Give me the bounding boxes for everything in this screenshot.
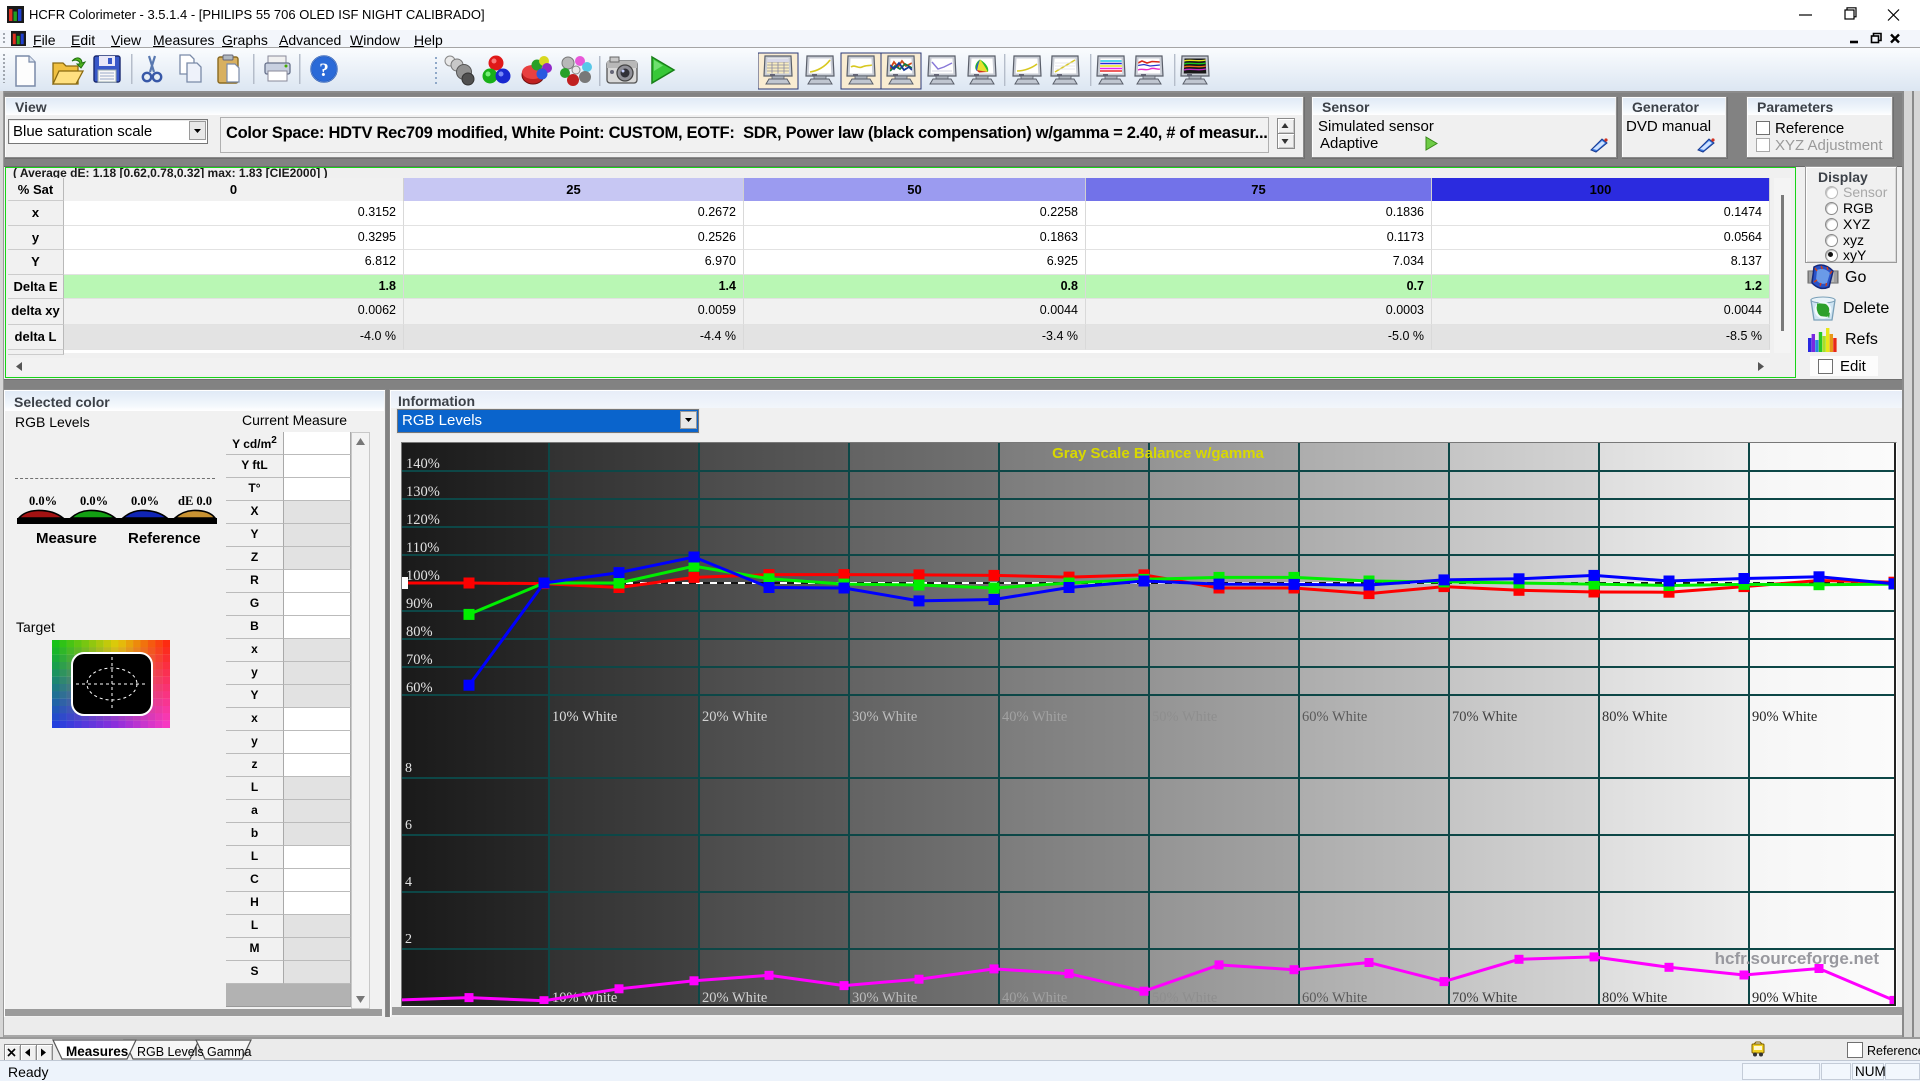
svg-text:140%: 140% xyxy=(406,456,440,472)
svg-text:70% White: 70% White xyxy=(1452,990,1517,1004)
svg-text:80%: 80% xyxy=(406,624,433,640)
svg-text:40% White: 40% White xyxy=(1002,990,1067,1004)
svg-text:50% White: 50% White xyxy=(1152,990,1217,1004)
svg-text:70%: 70% xyxy=(406,652,433,668)
svg-text:10% White: 10% White xyxy=(552,709,617,725)
svg-text:80% White: 80% White xyxy=(1602,709,1667,725)
svg-text:Gray Scale Balance w/gamma: Gray Scale Balance w/gamma xyxy=(1052,445,1264,462)
svg-text:80% White: 80% White xyxy=(1602,990,1667,1004)
svg-text:60%: 60% xyxy=(406,680,433,696)
svg-text:?: ? xyxy=(319,60,329,81)
svg-text:20% White: 20% White xyxy=(702,990,767,1004)
svg-text:90%: 90% xyxy=(406,596,433,612)
svg-text:110%: 110% xyxy=(406,540,439,556)
svg-text:2: 2 xyxy=(405,932,412,947)
svg-text:4: 4 xyxy=(405,875,412,890)
svg-text:70% White: 70% White xyxy=(1452,709,1517,725)
svg-text:120%: 120% xyxy=(406,512,440,528)
svg-text:60% White: 60% White xyxy=(1302,990,1367,1004)
svg-text:30% White: 30% White xyxy=(852,990,917,1004)
svg-text:60% White: 60% White xyxy=(1302,709,1367,725)
svg-text:50% White: 50% White xyxy=(1152,709,1217,725)
svg-text:90% White: 90% White xyxy=(1752,709,1817,725)
svg-text:hcfr.sourceforge.net: hcfr.sourceforge.net xyxy=(1715,949,1880,968)
svg-text:8: 8 xyxy=(405,761,412,776)
svg-text:130%: 130% xyxy=(406,484,440,500)
svg-text:90% White: 90% White xyxy=(1752,990,1817,1004)
svg-text:20% White: 20% White xyxy=(702,709,767,725)
svg-text:30% White: 30% White xyxy=(852,709,917,725)
svg-text:40% White: 40% White xyxy=(1002,709,1067,725)
svg-text:6: 6 xyxy=(405,818,412,833)
